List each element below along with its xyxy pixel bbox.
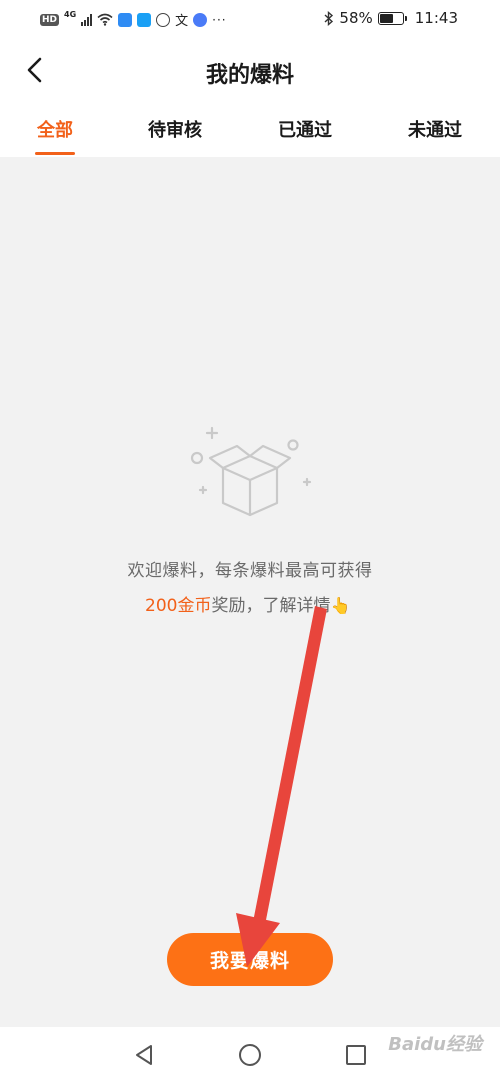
- active-tab-indicator: [35, 152, 75, 155]
- wifi-icon: [97, 13, 113, 26]
- text-app-icon: 文: [175, 14, 189, 29]
- battery-percent: 58%: [339, 9, 373, 27]
- learn-more-link[interactable]: 奖励，了解详情: [211, 596, 330, 616]
- circle-home-icon[interactable]: [238, 1043, 262, 1067]
- status-left-icons: HD 4G 文 ···: [40, 10, 227, 29]
- arrow-shaft: [253, 606, 327, 925]
- empty-message-line1: 欢迎爆料，每条爆料最高可获得: [127, 561, 373, 581]
- empty-message-line2[interactable]: 200金币奖励，了解详情👆: [145, 591, 350, 616]
- square-recent-icon[interactable]: [344, 1043, 368, 1067]
- cloud-app-icon: [118, 12, 133, 27]
- hd-badge: HD: [40, 13, 60, 26]
- tab-rejected[interactable]: 未通过: [385, 116, 485, 142]
- tab-all[interactable]: 全部: [5, 116, 105, 142]
- page-title: 我的爆料: [205, 63, 294, 88]
- more-notifications-icon: ···: [212, 12, 227, 27]
- annotation-arrow: [236, 606, 327, 967]
- tab-approved[interactable]: 已通过: [255, 116, 355, 142]
- bluetooth-icon: [324, 10, 334, 26]
- battery-icon: [377, 11, 407, 25]
- coin-reward: 200金币: [145, 596, 212, 616]
- pointing-hand-icon: 👆: [330, 596, 351, 615]
- signal-icon: [81, 13, 93, 26]
- hand-app-icon: [156, 12, 171, 27]
- music-app-icon: [193, 12, 208, 27]
- app-header: 我的爆料: [0, 40, 500, 100]
- tab-bar: 全部 待审核 已通过 未通过: [0, 100, 500, 157]
- triangle-back-icon[interactable]: [132, 1043, 156, 1067]
- status-bar: HD 4G 文 ··· 58% 11:43: [0, 0, 500, 40]
- open-box-icon: [190, 426, 312, 517]
- tab-pending[interactable]: 待审核: [125, 116, 225, 142]
- clock: 11:43: [414, 9, 458, 27]
- watermark-text: Baidu经验: [388, 1034, 482, 1055]
- submit-tip-button[interactable]: 我要爆料: [167, 933, 333, 986]
- battery-level: [379, 13, 393, 23]
- status-right-icons: 58% 11:43: [324, 9, 458, 27]
- network-type: 4G: [64, 10, 77, 19]
- search-app-icon: [137, 12, 152, 27]
